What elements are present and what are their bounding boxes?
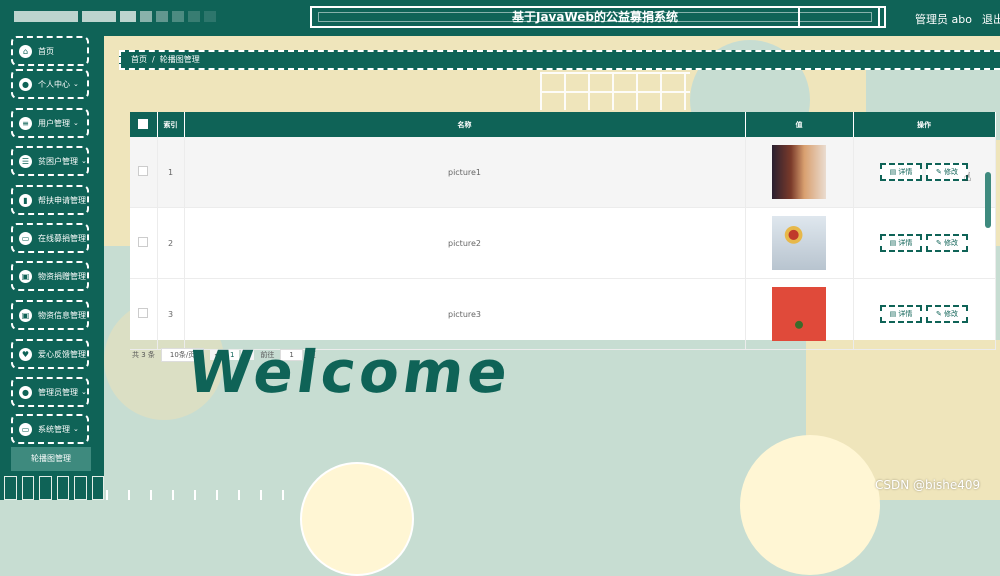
edit-label: 修改 <box>944 310 959 318</box>
chart-icon: ▮ <box>19 193 32 207</box>
hand-cursor-icon: ☝ <box>964 170 972 184</box>
chevron-down-icon: ⌄ <box>73 119 79 127</box>
row-index: 1 <box>157 137 185 208</box>
background-circle-decoration <box>740 435 880 575</box>
breadcrumb-separator: / <box>152 55 155 64</box>
sidebar-item-carousel[interactable]: 轮播图管理 <box>11 447 91 471</box>
table-row: 2 picture2 ▤ 详情 ✎ 修改 <box>130 207 996 279</box>
detail-button[interactable]: ▤ 详情 <box>880 305 922 323</box>
sidebar-item-users[interactable]: ≡ 用户管理 ⌄ <box>11 108 89 138</box>
top-bar: 基于JavaWeb的公益募捐系统 管理员 abo 退出 <box>0 0 1000 36</box>
sidebar-item-aid-applications[interactable]: ▮ 帮扶申请管理 <box>11 185 89 215</box>
chevron-down-icon: ⌄ <box>73 80 79 88</box>
watermark: CSDN @bishe409 <box>875 478 981 492</box>
sidebar-item-system[interactable]: ▭ 系统管理 ⌄ <box>11 414 89 444</box>
sidebar-item-label: 系统管理 <box>38 424 70 434</box>
chevron-down-icon: ⌄ <box>73 425 79 433</box>
group-icon: ☰ <box>19 154 32 168</box>
carousel-image-thumbnail[interactable] <box>772 145 826 199</box>
carousel-table: 索引 名称 值 操作 1 picture1 ▤ 详情 ✎ 修改 2 picture… <box>130 112 996 350</box>
chevron-down-icon: ⌄ <box>81 388 87 396</box>
edit-label: 修改 <box>944 239 959 247</box>
table-row: 1 picture1 ▤ 详情 ✎ 修改 <box>130 137 996 208</box>
sidebar-item-online-donations[interactable]: ▭ 在线募捐管理 <box>11 223 89 253</box>
list-icon: ≡ <box>19 116 32 130</box>
background-circle-decoration <box>300 462 414 576</box>
chevron-down-icon: ⌄ <box>81 157 87 165</box>
breadcrumb: 首页 / 轮播图管理 <box>119 50 1000 70</box>
sidebar-item-love-feedback[interactable]: ♥ 爱心反馈管理 <box>11 339 89 369</box>
admin-icon: ● <box>19 385 32 399</box>
app-title: 基于JavaWeb的公益募捐系统 <box>310 6 880 28</box>
edit-label: 修改 <box>944 168 959 176</box>
row-name: picture1 <box>184 137 746 208</box>
sidebar-item-label: 个人中心 <box>38 79 70 89</box>
select-all-cell <box>130 112 158 137</box>
column-header-actions: 操作 <box>853 112 996 137</box>
sidebar-item-home[interactable]: ⌂ 首页 <box>11 36 89 66</box>
total-count: 共 3 条 <box>132 351 155 359</box>
sidebar-item-label: 用户管理 <box>38 118 70 128</box>
background-grid-decoration <box>106 490 296 500</box>
sidebar-item-personal-center[interactable]: ● 个人中心 ⌄ <box>11 69 89 99</box>
sidebar-item-label: 物资信息管理 <box>38 310 86 320</box>
header-frame-decoration <box>798 6 886 28</box>
box-icon: ▣ <box>19 269 32 283</box>
carousel-image-thumbnail[interactable] <box>772 216 826 270</box>
logo-blocks <box>14 11 216 22</box>
scrollbar-thumb[interactable] <box>985 172 991 228</box>
sidebar-item-label: 首页 <box>38 46 54 56</box>
info-icon: ▣ <box>19 308 32 322</box>
sidebar-item-label: 贫困户管理 <box>38 156 78 166</box>
edit-button[interactable]: ✎ 修改 <box>926 163 968 181</box>
edit-button[interactable]: ✎ 修改 <box>926 305 968 323</box>
detail-label: 详情 <box>898 239 913 247</box>
column-header-value: 值 <box>745 112 854 137</box>
select-all-checkbox[interactable] <box>138 118 149 129</box>
detail-button[interactable]: ▤ 详情 <box>880 163 922 181</box>
detail-label: 详情 <box>898 310 913 318</box>
money-icon: ▭ <box>19 231 32 245</box>
row-checkbox[interactable] <box>138 166 149 176</box>
sidebar-item-label: 爱心反馈管理 <box>38 349 86 359</box>
carousel-image-thumbnail[interactable] <box>772 287 826 341</box>
edit-button[interactable]: ✎ 修改 <box>926 234 968 252</box>
row-index: 2 <box>157 207 185 279</box>
user-box: 管理员 abo 退出 <box>915 11 1000 27</box>
sidebar-grid-decoration <box>0 476 104 500</box>
sidebar-item-material-donations[interactable]: ▣ 物资捐赠管理 <box>11 261 89 291</box>
background-grid-decoration <box>540 72 690 110</box>
column-header-name: 名称 <box>184 112 746 137</box>
user-label: 管理员 abo <box>915 13 972 26</box>
sidebar-item-label: 帮扶申请管理 <box>38 195 86 205</box>
home-icon: ⌂ <box>19 44 32 58</box>
detail-button[interactable]: ▤ 详情 <box>880 234 922 252</box>
monitor-icon: ▭ <box>19 422 32 436</box>
row-name: picture2 <box>184 207 746 279</box>
detail-label: 详情 <box>898 168 913 176</box>
column-header-index: 索引 <box>157 112 185 137</box>
row-checkbox[interactable] <box>138 308 149 318</box>
sidebar-item-label: 在线募捐管理 <box>38 233 86 243</box>
row-checkbox[interactable] <box>138 237 149 247</box>
table-header-row: 索引 名称 值 操作 <box>130 112 996 137</box>
sidebar-item-material-info[interactable]: ▣ 物资信息管理 <box>11 300 89 330</box>
sidebar-item-poor-households[interactable]: ☰ 贫困户管理 ⌄ <box>11 146 89 176</box>
sidebar-item-label: 物资捐赠管理 <box>38 271 86 281</box>
sidebar-item-label: 管理员管理 <box>38 387 78 397</box>
row-index: 3 <box>157 278 185 350</box>
user-icon: ● <box>19 77 32 91</box>
sidebar-item-admins[interactable]: ● 管理员管理 ⌄ <box>11 377 89 407</box>
logout-link[interactable]: 退出 <box>982 13 1000 26</box>
welcome-text: Welcome <box>183 338 516 406</box>
heart-icon: ♥ <box>19 347 32 361</box>
breadcrumb-home[interactable]: 首页 <box>131 55 147 64</box>
breadcrumb-current: 轮播图管理 <box>159 55 200 64</box>
sidebar: ⌂ 首页 ● 个人中心 ⌄ ≡ 用户管理 ⌄ ☰ 贫困户管理 ⌄ ▮ 帮扶申请管… <box>0 36 104 500</box>
